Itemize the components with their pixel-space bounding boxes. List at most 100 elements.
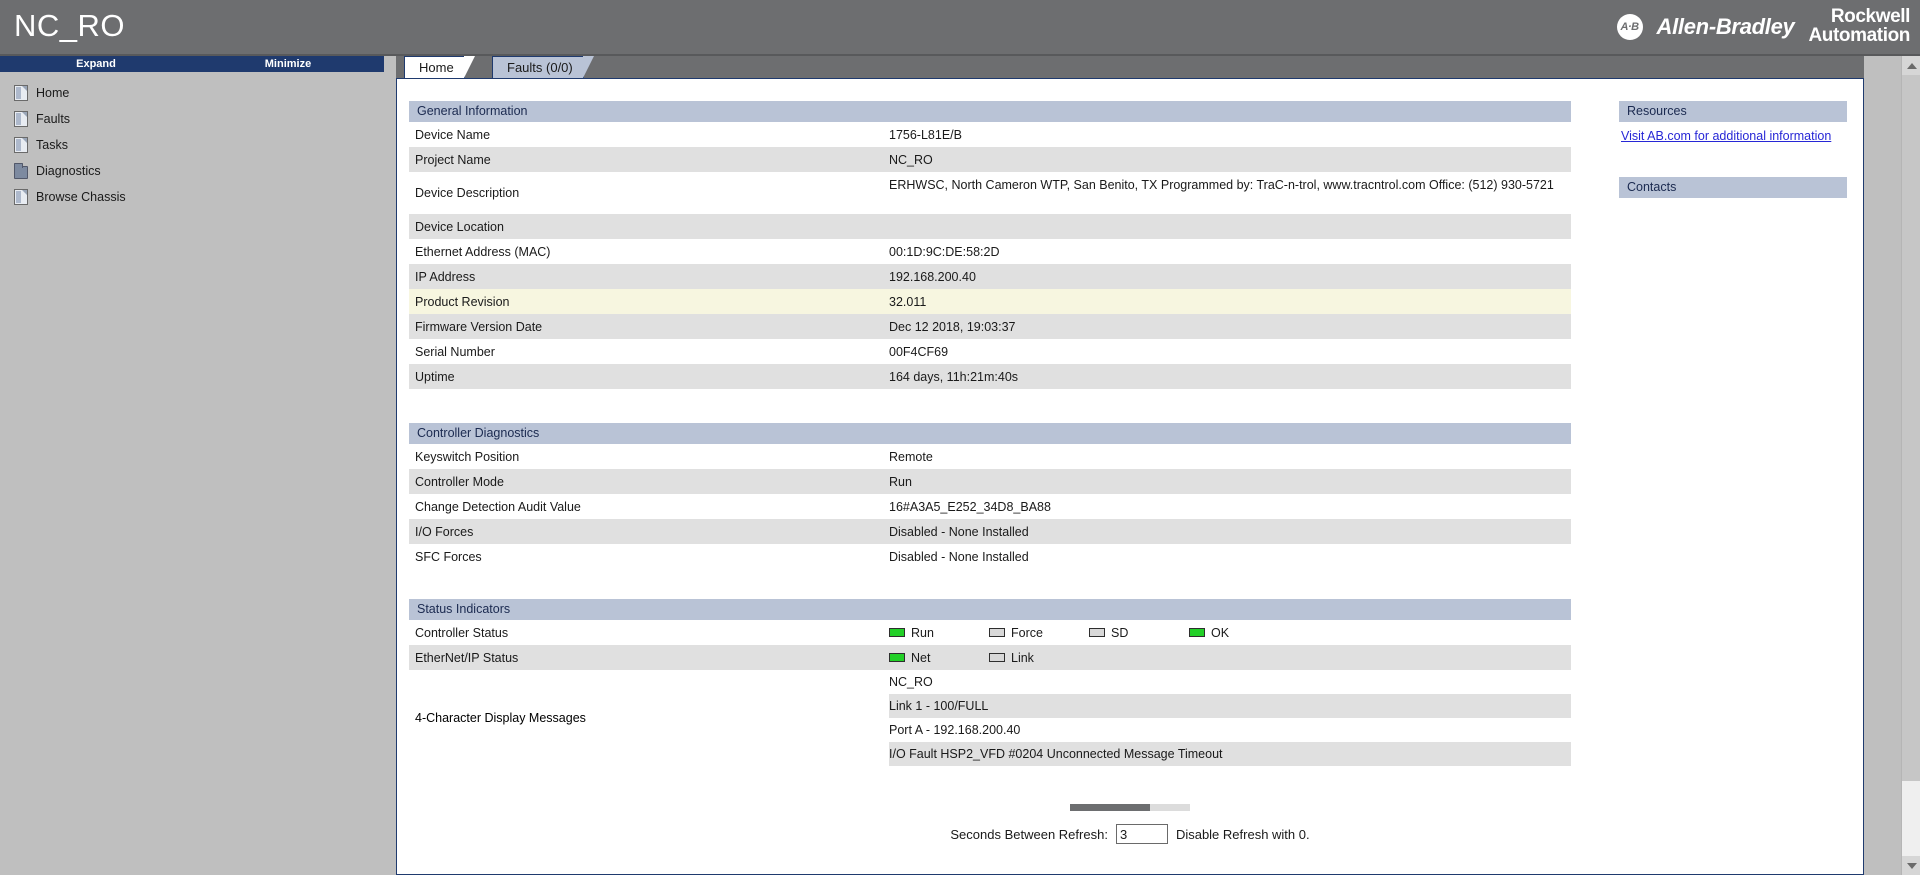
led-ok: OK (1189, 626, 1289, 640)
row-value: 16#A3A5_E252_34D8_BA88 (889, 499, 1051, 514)
tab-faults[interactable]: Faults (0/0) (492, 56, 594, 78)
table-row: Device Location (409, 214, 1571, 239)
tab-home[interactable]: Home (404, 56, 475, 78)
table-row: IP Address 192.168.200.40 (409, 264, 1571, 289)
page-title: NC_RO (14, 8, 126, 43)
sidebar: Expand Minimize Home Faults Tasks Diagno… (0, 56, 396, 875)
allen-bradley-wordmark: Allen-Bradley (1656, 13, 1795, 39)
led-label: Force (1011, 625, 1043, 640)
expand-button[interactable]: Expand (0, 58, 192, 70)
row-key: IP Address (415, 269, 476, 284)
refresh-seconds-input[interactable] (1115, 824, 1168, 844)
refresh-label: Seconds Between Refresh: (950, 826, 1108, 842)
document-icon (14, 85, 28, 101)
row-key: Change Detection Audit Value (415, 499, 581, 514)
general-information-section: General Information Device Name 1756-L81… (409, 101, 1571, 389)
sidebar-item-home[interactable]: Home (0, 80, 396, 106)
allen-bradley-badge-icon: A·B (1616, 13, 1643, 40)
led-sd: SD (1089, 626, 1189, 640)
chevron-up-icon (1906, 62, 1917, 69)
row-key: Project Name (415, 152, 491, 167)
row-value: Disabled - None Installed (889, 549, 1029, 564)
sidebar-item-browse-chassis[interactable]: Browse Chassis (0, 184, 396, 210)
row-key: Controller Mode (415, 474, 504, 489)
table-row: SFC Forces Disabled - None Installed (409, 544, 1571, 569)
table-row: Firmware Version Date Dec 12 2018, 19:03… (409, 314, 1571, 339)
row-value: ERHWSC, North Cameron WTP, San Benito, T… (889, 178, 1554, 192)
refresh-progress-fill (1070, 804, 1150, 811)
list-item: Link 1 - 100/FULL (889, 694, 1571, 718)
row-key: I/O Forces (415, 524, 474, 539)
row-value: 32.011 (889, 294, 927, 309)
led-link: Link (989, 651, 1089, 665)
row-key: Firmware Version Date (415, 319, 543, 334)
sidebar-item-faults[interactable]: Faults (0, 106, 396, 132)
row-key: Device Description (415, 186, 520, 200)
table-row: Uptime 164 days, 11h:21m:40s (409, 364, 1571, 389)
led-force: Force (989, 626, 1089, 640)
row-value: Disabled - None Installed (889, 524, 1029, 539)
chevron-down-icon (1906, 862, 1917, 869)
led-run: Run (889, 626, 989, 640)
row-key: Product Revision (415, 294, 510, 309)
led-label: OK (1211, 625, 1230, 640)
row-key: Device Name (415, 127, 491, 142)
led-indicator-icon (1089, 628, 1105, 637)
table-row: Controller Status Run Force SD OK (409, 620, 1571, 645)
refresh-bar: Seconds Between Refresh: Disable Refresh… (397, 804, 1863, 844)
document-icon (14, 137, 28, 153)
led-label: Net (911, 650, 931, 665)
display-messages-block: 4-Character Display Messages NC_RO Link … (409, 670, 1571, 766)
sidebar-item-label: Tasks (36, 138, 68, 152)
sidebar-header: Expand Minimize (0, 56, 384, 72)
rockwell-line-2: Automation (1808, 24, 1910, 46)
rockwell-line-1: Rockwell (1830, 6, 1911, 27)
scroll-down-button[interactable] (1902, 856, 1920, 875)
led-label: Run (911, 625, 934, 640)
contacts-heading: Contacts (1619, 177, 1847, 198)
table-row: Device Name 1756-L81E/B (409, 122, 1571, 147)
led-label: Link (1011, 650, 1034, 665)
section-heading: Controller Diagnostics (409, 423, 1571, 444)
sidebar-item-tasks[interactable]: Tasks (0, 132, 396, 158)
refresh-controls: Seconds Between Refresh: Disable Refresh… (950, 824, 1310, 844)
row-value: 00F4CF69 (889, 344, 949, 359)
folder-icon (14, 162, 28, 179)
table-row: Ethernet Address (MAC) 00:1D:9C:DE:58:2D (409, 239, 1571, 264)
row-key: Controller Status (415, 625, 509, 640)
minimize-button[interactable]: Minimize (192, 58, 384, 70)
sidebar-item-label: Diagnostics (36, 164, 101, 178)
table-row: EtherNet/IP Status Net Link (409, 645, 1571, 670)
refresh-progress-bar (1070, 804, 1190, 811)
table-row: Keyswitch Position Remote (409, 444, 1571, 469)
status-indicators-section: Status Indicators Controller Status Run … (409, 599, 1571, 766)
led-indicator-icon (889, 628, 905, 637)
scroll-up-button[interactable] (1902, 56, 1920, 75)
table-row: Serial Number 00F4CF69 (409, 339, 1571, 364)
row-value: Run (889, 474, 912, 489)
content-panel: General Information Device Name 1756-L81… (396, 78, 1864, 875)
tab-strip: Home Faults (0/0) (396, 56, 1864, 78)
document-icon (14, 189, 28, 205)
table-row: Project Name NC_RO (409, 147, 1571, 172)
row-key: Ethernet Address (MAC) (415, 244, 551, 259)
led-indicator-icon (889, 653, 905, 662)
sidebar-item-diagnostics[interactable]: Diagnostics (0, 158, 396, 184)
list-item: NC_RO (889, 675, 933, 689)
scrollbar-thumb[interactable] (1902, 75, 1920, 781)
brand-logos: A·B Allen-Bradley Rockwell Automation (1616, 6, 1911, 46)
section-heading: General Information (409, 101, 1571, 122)
table-row: Change Detection Audit Value 16#A3A5_E25… (409, 494, 1571, 519)
visit-ab-link[interactable]: Visit AB.com for additional information (1621, 128, 1831, 144)
row-key: Device Location (415, 219, 504, 234)
sidebar-item-label: Home (36, 86, 70, 100)
vertical-scrollbar[interactable] (1901, 56, 1920, 875)
section-heading: Status Indicators (409, 599, 1571, 620)
refresh-hint: Disable Refresh with 0. (1175, 826, 1310, 842)
controller-diagnostics-section: Controller Diagnostics Keyswitch Positio… (409, 423, 1571, 569)
sidebar-nav-list: Home Faults Tasks Diagnostics Browse Cha… (0, 72, 396, 210)
led-indicator-icon (1189, 628, 1205, 637)
row-value: Remote (889, 449, 933, 464)
row-value: Dec 12 2018, 19:03:37 (889, 319, 1016, 334)
row-key: Uptime (415, 369, 455, 384)
